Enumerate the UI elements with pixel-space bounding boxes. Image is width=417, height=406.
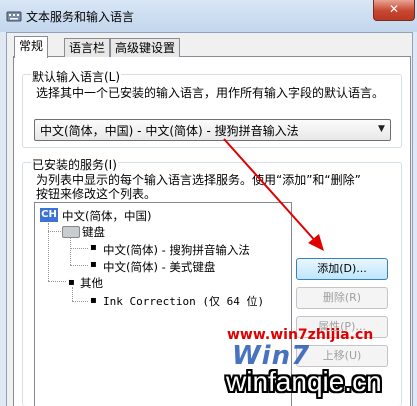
tree-connector [70,265,88,266]
tree-connector [70,248,88,249]
delete-button[interactable]: 删除(R) [296,287,388,309]
tree-node-keyboard[interactable]: 键盘 [82,224,105,240]
default-input-language-description: 选择其中一个已安装的输入语言，用作所有输入字段的默认语言。 [36,86,385,100]
tab-general[interactable]: 常规 [14,36,49,58]
tree-connector [72,301,88,302]
tree-connector [70,237,71,265]
window-title: 文本服务和输入语言 [26,10,135,24]
chevron-down-icon[interactable]: ▼ [378,124,385,134]
tree-node-sogou-pinyin[interactable]: 中文(简体) - 搜狗拼音输入法 [103,242,250,258]
installed-services-description-line2: 按钮来修改这个列表。 [36,187,157,201]
tab-language-bar[interactable]: 语言栏 [64,38,111,57]
default-language-value: 中文(简体，中国) - 中文(简体) - 搜狗拼音输入法 [40,124,299,138]
add-button[interactable]: 添加(D)... [296,258,388,280]
tree-connector [48,281,66,282]
watermark-bottom-text: winfanqie.cn [226,366,382,397]
bullet-icon: ▪ [90,242,97,253]
tab-advanced-key-settings[interactable]: 高级键设置 [110,38,181,57]
bullet-icon: ▪ [68,277,75,288]
tree-node-ink-correction[interactable]: Ink Correction (仅 64 位) [103,293,264,309]
tree-connector [72,287,73,301]
close-button[interactable]: ✕ [373,0,415,21]
tree-node-other[interactable]: 其他 [80,275,103,291]
bullet-icon: ▪ [90,295,97,306]
language-badge-icon: CH [40,208,58,222]
keyboard-app-icon [6,11,22,22]
tree-node-us-keyboard[interactable]: 中文(简体) - 美式键盘 [103,259,215,275]
bullet-icon: ▪ [90,259,97,270]
tree-node-language[interactable]: 中文(简体，中国) [62,208,151,224]
tree-connector [48,231,61,232]
keyboard-icon [62,226,80,238]
default-input-language-label: 默认输入语言(L) [31,68,122,85]
